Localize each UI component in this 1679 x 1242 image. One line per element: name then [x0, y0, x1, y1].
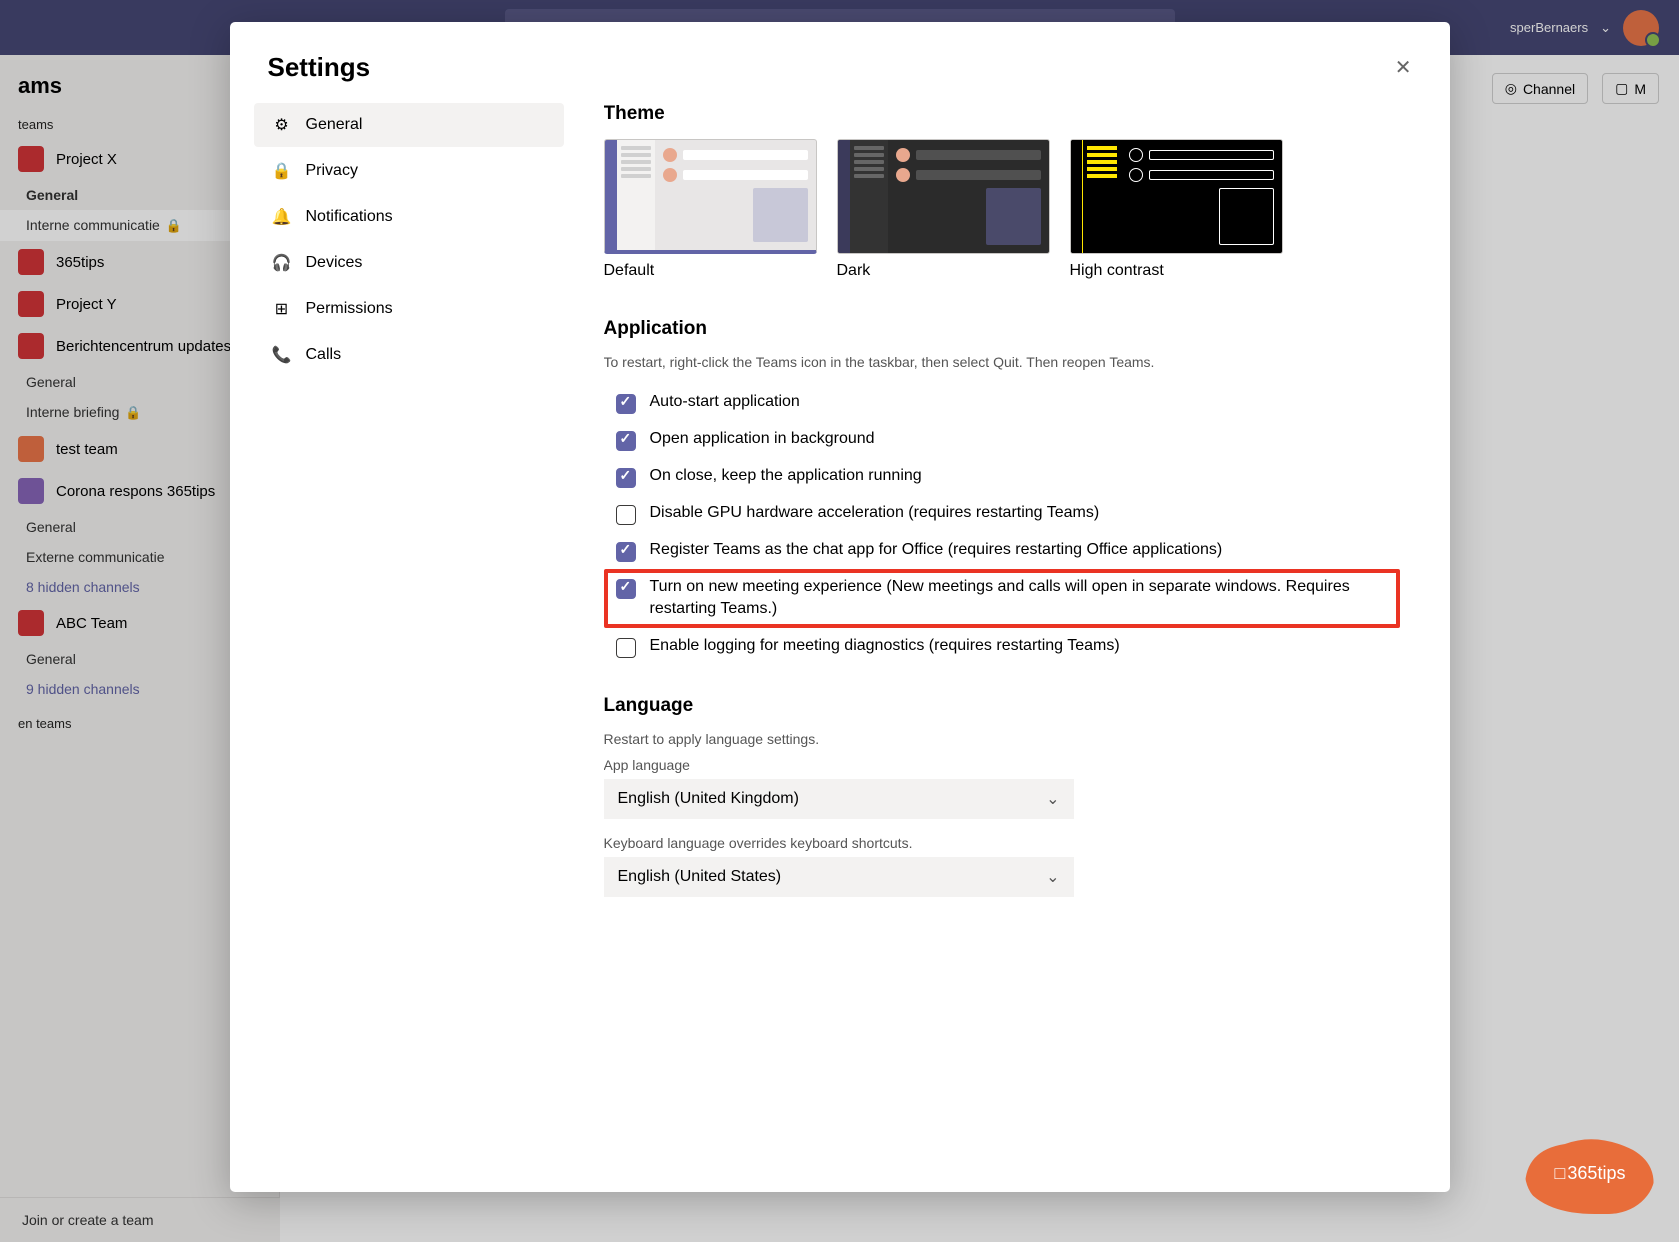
settings-nav-label: Calls [306, 346, 342, 364]
theme-label: Default [604, 262, 817, 280]
settings-nav-notifications[interactable]: 🔔 Notifications [254, 195, 564, 239]
user-name: sperBernaers [1510, 20, 1588, 35]
checkbox-label: On close, keep the application running [650, 465, 922, 487]
checkbox-label: Register Teams as the chat app for Offic… [650, 539, 1223, 561]
checkbox-label: Auto-start application [650, 391, 800, 413]
settings-nav-privacy[interactable]: 🔒 Privacy [254, 149, 564, 193]
team-badge [18, 436, 44, 462]
team-name-label: Project Y [56, 296, 117, 313]
checkbox-label: Enable logging for meeting diagnostics (… [650, 635, 1120, 657]
video-icon: ▢ [1615, 80, 1628, 97]
settings-nav-general[interactable]: ⚙ General [254, 103, 564, 147]
chevron-down-icon: ⌄ [1046, 789, 1059, 809]
lock-icon: 🔒 [125, 405, 141, 420]
app-language-label: App language [604, 757, 1400, 773]
settings-nav-label: Devices [306, 254, 363, 272]
theme-dark[interactable]: Dark [837, 139, 1050, 280]
channel-button[interactable]: ◎ Channel [1492, 73, 1588, 104]
team-badge [18, 478, 44, 504]
checkbox[interactable] [616, 505, 636, 525]
theme-title: Theme [604, 103, 1400, 125]
checkbox[interactable] [616, 579, 636, 599]
theme-label: Dark [837, 262, 1050, 280]
team-badge [18, 249, 44, 275]
settings-nav-label: Notifications [306, 208, 393, 226]
checkbox-row[interactable]: Turn on new meeting experience (New meet… [604, 569, 1400, 628]
close-icon[interactable]: ✕ [1395, 52, 1412, 83]
general-icon: ⚙ [272, 115, 292, 135]
notifications-icon: 🔔 [272, 207, 292, 227]
meet-button[interactable]: ▢ M [1602, 73, 1659, 104]
team-name-label: Corona respons 365tips [56, 483, 215, 500]
checkbox-row[interactable]: On close, keep the application running [604, 458, 1400, 495]
keyboard-language-select[interactable]: English (United States) ⌄ [604, 857, 1074, 897]
settings-nav-label: Permissions [306, 300, 393, 318]
team-name-label: Project X [56, 151, 117, 168]
settings-nav-label: Privacy [306, 162, 358, 180]
team-name-label: test team [56, 441, 118, 458]
checkbox[interactable] [616, 394, 636, 414]
checkbox-row[interactable]: Disable GPU hardware acceleration (requi… [604, 495, 1400, 532]
chevron-down-icon[interactable]: ⌄ [1600, 20, 1611, 36]
checkbox-label: Turn on new meeting experience (New meet… [650, 576, 1388, 621]
checkbox-label: Disable GPU hardware acceleration (requi… [650, 502, 1100, 524]
checkbox[interactable] [616, 431, 636, 451]
checkbox[interactable] [616, 468, 636, 488]
language-restart-note: Restart to apply language settings. [604, 731, 1400, 747]
theme-preview [837, 139, 1050, 254]
theme-default[interactable]: Default [604, 139, 817, 280]
settings-nav-devices[interactable]: 🎧 Devices [254, 241, 564, 285]
team-name-label: Berichtencentrum updates [56, 338, 231, 355]
checkbox[interactable] [616, 638, 636, 658]
application-title: Application [604, 318, 1400, 340]
app-language-select[interactable]: English (United Kingdom) ⌄ [604, 779, 1074, 819]
permissions-icon: ⊞ [272, 299, 292, 319]
calls-icon: 📞 [272, 345, 292, 365]
checkbox-row[interactable]: Enable logging for meeting diagnostics (… [604, 628, 1400, 665]
language-title: Language [604, 695, 1400, 717]
settings-nav-permissions[interactable]: ⊞ Permissions [254, 287, 564, 331]
settings-nav-calls[interactable]: 📞 Calls [254, 333, 564, 377]
settings-modal: Settings ✕ ⚙ General🔒 Privacy🔔 Notificat… [230, 22, 1450, 1192]
team-badge [18, 333, 44, 359]
settings-nav: ⚙ General🔒 Privacy🔔 Notifications🎧 Devic… [254, 103, 564, 1168]
lock-icon: 🔒 [166, 218, 182, 233]
settings-nav-label: General [306, 116, 363, 134]
keyboard-language-note: Keyboard language overrides keyboard sho… [604, 835, 1400, 851]
team-badge [18, 291, 44, 317]
checkbox-row[interactable]: Register Teams as the chat app for Offic… [604, 532, 1400, 569]
team-badge [18, 146, 44, 172]
team-name-label: ABC Team [56, 615, 127, 632]
chevron-down-icon: ⌄ [1046, 867, 1059, 887]
checkbox[interactable] [616, 542, 636, 562]
application-description: To restart, right-click the Teams icon i… [604, 354, 1400, 370]
privacy-icon: 🔒 [272, 161, 292, 181]
checkbox-row[interactable]: Open application in background [604, 421, 1400, 458]
theme-label: High contrast [1070, 262, 1283, 280]
devices-icon: 🎧 [272, 253, 292, 273]
avatar[interactable] [1623, 10, 1659, 46]
team-badge [18, 610, 44, 636]
team-name-label: 365tips [56, 254, 104, 271]
theme-preview [604, 139, 817, 254]
checkbox-label: Open application in background [650, 428, 875, 450]
theme-preview [1070, 139, 1283, 254]
settings-title: Settings [268, 52, 371, 83]
theme-high-contrast[interactable]: High contrast [1070, 139, 1283, 280]
join-create-team[interactable]: Join or create a team [0, 1197, 280, 1242]
eye-icon: ◎ [1505, 80, 1517, 97]
checkbox-row[interactable]: Auto-start application [604, 384, 1400, 421]
